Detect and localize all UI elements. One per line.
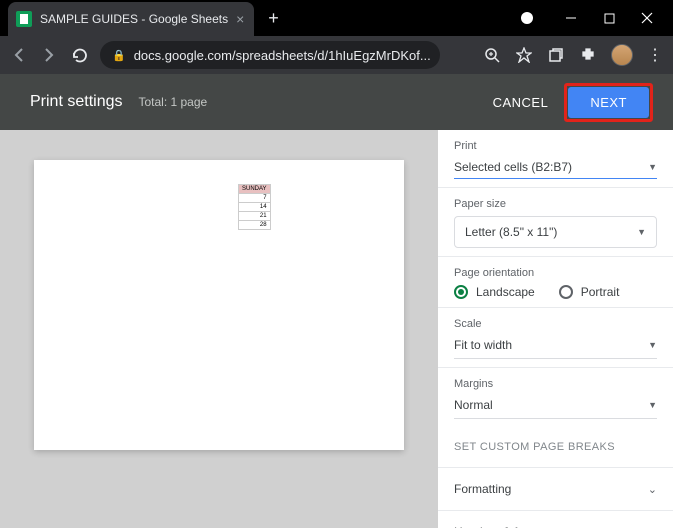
content-area: SUNDAY 7 14 21 28 Print Selected cells (… [0,130,673,528]
lock-icon: 🔒 [112,49,126,62]
print-range-select[interactable]: Selected cells (B2:B7) ▼ [454,156,657,179]
print-preview: SUNDAY 7 14 21 28 [0,130,438,528]
caret-down-icon: ▼ [648,400,657,410]
paper-size-section: Paper size Letter (8.5" x 11") ▼ [438,188,673,257]
radio-icon [559,285,573,299]
window-controls [563,10,655,26]
menu-button[interactable]: ⋮ [647,45,663,65]
headers-footers-expand[interactable]: Headers & footers ⌄ [438,511,673,528]
print-range-section: Print Selected cells (B2:B7) ▼ [438,130,673,188]
new-tab-button[interactable]: + [268,8,279,29]
close-tab-icon[interactable]: × [236,11,244,27]
margins-select[interactable]: Normal ▼ [454,394,657,419]
page-count: Total: 1 page [138,95,207,109]
next-button[interactable]: NEXT [568,87,649,118]
landscape-radio[interactable]: Landscape [454,285,535,299]
preview-table: SUNDAY 7 14 21 28 [238,184,271,230]
tab-title: SAMPLE GUIDES - Google Sheets [40,12,228,26]
zoom-icon[interactable] [483,46,501,64]
paper-size-select[interactable]: Letter (8.5" x 11") ▼ [454,216,657,248]
paper-label: Paper size [454,198,657,210]
orientation-section: Page orientation Landscape Portrait [438,257,673,308]
page-title: Print settings [30,93,122,111]
custom-page-breaks-link[interactable]: SET CUSTOM PAGE BREAKS [438,427,673,468]
table-cell: 28 [239,221,271,230]
caret-down-icon: ▼ [637,227,646,237]
scale-select[interactable]: Fit to width ▼ [454,334,657,359]
profile-indicator-icon[interactable] [521,12,533,24]
close-window-button[interactable] [639,10,655,26]
caret-down-icon: ▼ [648,162,657,172]
user-avatar[interactable] [611,44,633,66]
portrait-radio[interactable]: Portrait [559,285,620,299]
bookmark-icon[interactable] [515,46,533,64]
print-label: Print [454,140,657,152]
print-sidebar: Print Selected cells (B2:B7) ▼ Paper siz… [438,130,673,528]
minimize-button[interactable] [563,10,579,26]
table-cell: 14 [239,203,271,212]
back-button[interactable] [10,46,28,64]
browser-tab[interactable]: SAMPLE GUIDES - Google Sheets × [8,2,254,36]
cancel-button[interactable]: CANCEL [493,95,549,110]
next-highlight: NEXT [564,83,653,122]
maximize-button[interactable] [601,10,617,26]
scale-label: Scale [454,318,657,330]
margins-label: Margins [454,378,657,390]
margins-section: Margins Normal ▼ [438,368,673,427]
extensions-icon[interactable] [579,46,597,64]
formatting-expand[interactable]: Formatting ⌄ [438,468,673,511]
preview-page: SUNDAY 7 14 21 28 [34,160,404,450]
chevron-down-icon: ⌄ [648,483,657,496]
radio-icon [454,285,468,299]
table-cell: 21 [239,212,271,221]
url-text: docs.google.com/spreadsheets/d/1hIuEgzMr… [134,48,431,63]
orientation-label: Page orientation [454,267,657,279]
caret-down-icon: ▼ [648,340,657,350]
table-cell: 7 [239,194,271,203]
window-titlebar: SAMPLE GUIDES - Google Sheets × + [0,0,673,36]
address-bar: 🔒 docs.google.com/spreadsheets/d/1hIuEgz… [0,36,673,74]
url-input[interactable]: 🔒 docs.google.com/spreadsheets/d/1hIuEgz… [100,41,440,69]
reload-button[interactable] [70,46,88,64]
scale-section: Scale Fit to width ▼ [438,308,673,368]
sheets-icon [16,11,32,27]
table-cell: SUNDAY [239,185,271,194]
forward-button[interactable] [40,46,58,64]
print-header: Print settings Total: 1 page CANCEL NEXT [0,74,673,130]
tabs-icon[interactable] [547,46,565,64]
